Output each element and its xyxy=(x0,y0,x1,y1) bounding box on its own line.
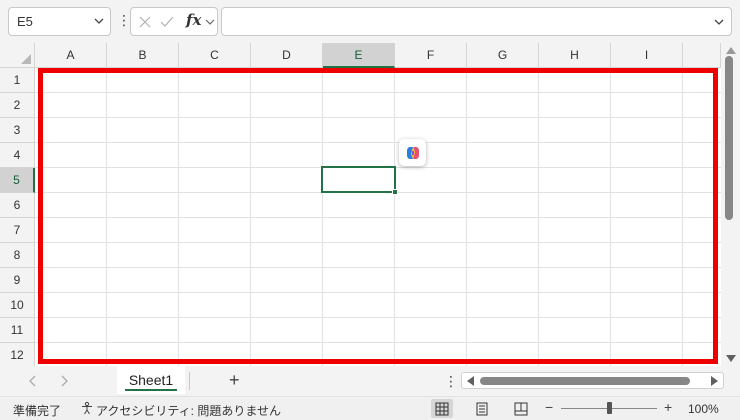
row-header-3[interactable]: 3 xyxy=(0,118,35,143)
column-header-partial[interactable] xyxy=(683,43,721,68)
page-layout-icon xyxy=(476,402,488,415)
column-header-b[interactable]: B xyxy=(107,43,179,68)
zoom-out-button[interactable]: − xyxy=(545,399,553,415)
normal-view-icon xyxy=(435,402,449,415)
cancel-icon[interactable] xyxy=(137,14,153,30)
chevron-down-icon[interactable] xyxy=(204,16,216,28)
column-header-a[interactable]: A xyxy=(35,43,107,68)
selected-cell-e5[interactable] xyxy=(321,166,398,195)
scroll-up-icon[interactable] xyxy=(726,47,736,54)
row-header-12[interactable]: 12 xyxy=(0,343,35,366)
more-options-icon[interactable]: ⋮ xyxy=(117,13,131,29)
column-header-d[interactable]: D xyxy=(251,43,323,68)
copilot-button[interactable] xyxy=(399,139,426,166)
row-header-4[interactable]: 4 xyxy=(0,143,35,168)
row-header-2[interactable]: 2 xyxy=(0,93,35,118)
expand-formula-bar-icon[interactable] xyxy=(712,15,726,29)
accessibility-icon[interactable] xyxy=(80,401,94,415)
chevron-right-icon[interactable] xyxy=(58,374,70,388)
add-sheet-button[interactable]: + xyxy=(229,370,240,390)
zoom-slider-thumb[interactable] xyxy=(607,402,612,414)
zoom-level[interactable]: 100% xyxy=(688,402,719,416)
row-header-5[interactable]: 5 xyxy=(0,168,35,193)
page-break-icon xyxy=(514,402,528,415)
chevron-down-icon[interactable] xyxy=(92,14,106,28)
vertical-scroll-thumb[interactable] xyxy=(725,56,733,220)
row-header-6[interactable]: 6 xyxy=(0,193,35,218)
accessibility-status[interactable]: アクセシビリティ: 問題ありません xyxy=(96,402,281,419)
scroll-down-icon[interactable] xyxy=(726,355,736,362)
status-bar: 準備完了 アクセシビリティ: 問題ありません − + 100% xyxy=(0,396,740,420)
column-header-f[interactable]: F xyxy=(395,43,467,68)
formula-controls: fx xyxy=(130,7,218,36)
sheet-tab-sheet1[interactable]: Sheet1 xyxy=(117,366,185,394)
row-header-7[interactable]: 7 xyxy=(0,218,35,243)
horizontal-scroll-thumb[interactable] xyxy=(480,377,690,385)
name-box[interactable]: E5 xyxy=(8,7,111,36)
row-header-9[interactable]: 9 xyxy=(0,268,35,293)
chevron-left-icon[interactable] xyxy=(27,374,39,388)
spreadsheet-grid: A B C D E F G H I 1 2 3 4 5 6 7 8 9 10 1… xyxy=(0,43,740,366)
formula-input[interactable] xyxy=(221,7,732,36)
insert-function-icon[interactable]: fx xyxy=(186,11,201,29)
status-ready: 準備完了 xyxy=(13,404,62,418)
scroll-right-icon[interactable] xyxy=(711,376,718,386)
horizontal-scrollbar[interactable] xyxy=(461,372,724,389)
page-layout-view-button[interactable] xyxy=(471,399,493,418)
tab-separator xyxy=(189,372,190,390)
page-break-preview-button[interactable] xyxy=(510,399,532,418)
copilot-icon xyxy=(406,146,419,159)
row-header-8[interactable]: 8 xyxy=(0,243,35,268)
row-header-1[interactable]: 1 xyxy=(0,68,35,93)
normal-view-button[interactable] xyxy=(431,399,453,418)
formula-bar: E5 ⋮ fx xyxy=(0,0,740,43)
row-header-10[interactable]: 10 xyxy=(0,293,35,318)
select-all-triangle-icon xyxy=(21,54,31,64)
column-header-g[interactable]: G xyxy=(467,43,539,68)
more-sheets-icon[interactable]: ⋮ xyxy=(444,374,458,388)
column-header-c[interactable]: C xyxy=(179,43,251,68)
select-all-button[interactable] xyxy=(0,43,35,68)
fill-handle[interactable] xyxy=(392,189,398,195)
sheet-tabs-bar: Sheet1 + ⋮ xyxy=(0,366,740,396)
column-header-i[interactable]: I xyxy=(611,43,683,68)
cell-area[interactable] xyxy=(35,68,721,366)
enter-check-icon[interactable] xyxy=(159,14,175,30)
name-box-value: E5 xyxy=(17,14,33,29)
sheet-tab-label: Sheet1 xyxy=(128,372,174,388)
scroll-left-icon[interactable] xyxy=(467,376,474,386)
column-header-h[interactable]: H xyxy=(539,43,611,68)
vertical-scrollbar[interactable] xyxy=(721,43,740,366)
row-header-11[interactable]: 11 xyxy=(0,318,35,343)
column-header-e[interactable]: E xyxy=(323,43,395,68)
active-tab-underline xyxy=(125,389,177,391)
zoom-in-button[interactable]: + xyxy=(664,399,672,415)
